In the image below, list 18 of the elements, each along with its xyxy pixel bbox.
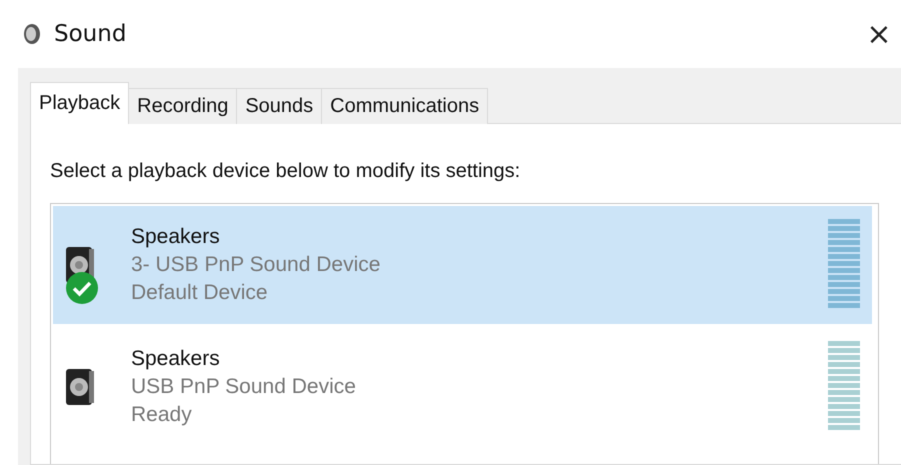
device-row[interactable]: Speakers USB PnP Sound Device Ready xyxy=(53,328,872,446)
level-meter-icon xyxy=(828,341,860,433)
level-meter-icon xyxy=(828,219,860,311)
tab[interactable]: Playback xyxy=(30,82,130,124)
device-description: USB PnP Sound Device xyxy=(131,375,357,399)
speaker-icon xyxy=(65,368,95,406)
tab[interactable]: Sounds xyxy=(236,88,322,124)
device-name: Speakers xyxy=(131,225,221,249)
device-name: Speakers xyxy=(131,347,221,371)
device-status: Default Device xyxy=(131,281,269,305)
close-button[interactable]: × xyxy=(861,16,897,52)
device-row[interactable]: Speakers 3- USB PnP Sound Device Default Device xyxy=(53,206,872,324)
device-status: Ready xyxy=(131,403,193,427)
instruction-text: Select a playback device below to modify its settings: xyxy=(50,160,522,183)
tab[interactable]: Recording xyxy=(128,88,238,124)
window-title: Sound xyxy=(54,21,128,47)
tab[interactable]: Communications xyxy=(321,88,488,124)
device-description: 3- USB PnP Sound Device xyxy=(131,253,382,277)
